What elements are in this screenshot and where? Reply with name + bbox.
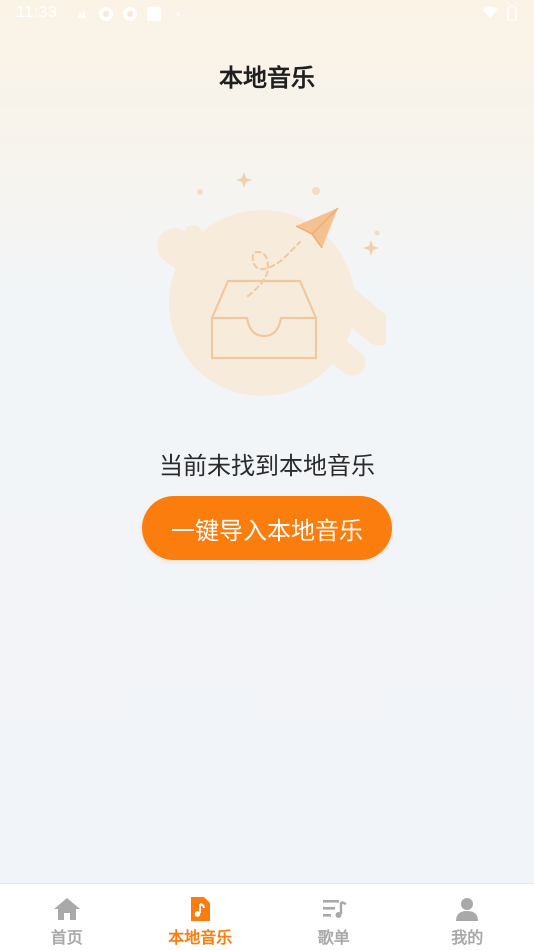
notification-icon	[74, 6, 90, 22]
bottom-nav: 首页 本地音乐 歌单 我的	[0, 883, 534, 950]
status-time: 11:33	[16, 4, 58, 21]
app-notification-icon	[146, 6, 162, 22]
nav-item-playlist[interactable]: 歌单	[267, 884, 401, 950]
empty-state-message: 当前未找到本地音乐	[159, 452, 375, 480]
nav-label-playlist: 歌单	[317, 928, 350, 947]
nav-label-home: 首页	[50, 928, 83, 947]
nav-item-home[interactable]: 首页	[0, 884, 134, 950]
sync-icon	[98, 6, 114, 22]
nav-item-local-music[interactable]: 本地音乐	[134, 884, 268, 950]
battery-icon	[504, 5, 520, 21]
nav-label-mine: 我的	[451, 928, 484, 947]
sync-icon-2	[122, 6, 138, 22]
music-file-icon	[186, 896, 214, 922]
status-bar: 11:33	[0, 0, 534, 28]
import-local-music-button[interactable]: 一键导入本地音乐	[142, 496, 392, 560]
user-icon	[453, 896, 481, 922]
playlist-icon	[320, 896, 348, 922]
more-dot-icon	[170, 6, 186, 22]
nav-label-local-music: 本地音乐	[168, 928, 233, 947]
system-icons	[482, 5, 520, 21]
page-title: 本地音乐	[219, 64, 315, 92]
empty-inbox-paper-plane-icon	[150, 168, 395, 404]
nav-item-mine[interactable]: 我的	[401, 884, 534, 950]
wifi-icon	[482, 5, 498, 21]
notification-icons	[74, 6, 186, 22]
home-icon	[53, 896, 81, 922]
